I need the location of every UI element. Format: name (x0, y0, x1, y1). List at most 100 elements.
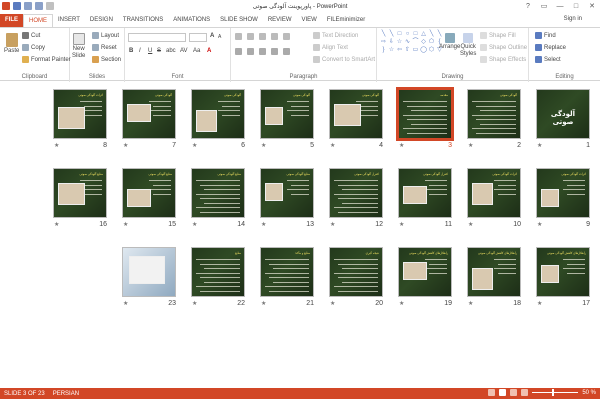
shape-icon[interactable]: ⬠ (428, 39, 435, 46)
transition-star-icon[interactable]: ★ (330, 221, 335, 228)
slide-thumbnail-18[interactable]: راهکارهای کاهش آلودگی صوتی (467, 247, 521, 297)
transition-star-icon[interactable]: ★ (54, 142, 59, 149)
decrease-indent-icon[interactable] (259, 33, 266, 40)
replace-button[interactable]: Replace (535, 44, 566, 51)
slide-thumbnail-15[interactable]: منابع آلودگی صوتی (122, 168, 176, 218)
tab-view[interactable]: VIEW (297, 14, 322, 27)
curve-shape-icon[interactable]: ∿ (404, 39, 411, 46)
slide-thumbnail-23[interactable] (122, 247, 176, 297)
minimize-button[interactable]: — (552, 0, 568, 12)
tab-insert[interactable]: INSERT (53, 14, 85, 27)
paste-button[interactable]: Paste (4, 33, 19, 54)
grow-font-button[interactable]: A (210, 33, 214, 39)
character-spacing-button[interactable]: AV (180, 48, 188, 54)
arrow-shape-icon[interactable]: ⇨ (380, 39, 387, 46)
transition-star-icon[interactable]: ★ (399, 300, 404, 307)
tab-file[interactable]: FILE (0, 14, 23, 27)
slide-thumbnail-6[interactable]: آلودگی صوتی (191, 89, 245, 139)
rectangle-shape-icon[interactable]: □ (412, 31, 419, 38)
slide-thumbnail-17[interactable]: راهکارهای کاهش آلودگی صوتی (536, 247, 590, 297)
slide-thumbnail-9[interactable]: اثرات آلودگی صوتی (536, 168, 590, 218)
transition-star-icon[interactable]: ★ (261, 221, 266, 228)
align-right-icon[interactable] (259, 48, 266, 55)
slide-thumbnail-5[interactable]: آلودگی صوتی (260, 89, 314, 139)
slide-thumbnail-8[interactable]: اثرات آلودگی صوتی (53, 89, 107, 139)
arrow-shape-icon[interactable]: ⇦ (396, 47, 403, 54)
reading-view-icon[interactable] (510, 389, 518, 396)
transition-star-icon[interactable]: ★ (399, 221, 404, 228)
arrow-shape-icon[interactable]: ⇧ (404, 47, 411, 54)
star-shape-icon[interactable]: ☆ (388, 47, 395, 54)
numbering-icon[interactable] (247, 33, 254, 40)
slide-thumbnail-12[interactable]: کنترل آلودگی صوتی (329, 168, 383, 218)
justify-icon[interactable] (271, 48, 278, 55)
shape-fill-button[interactable]: Shape Fill (480, 32, 516, 39)
shrink-font-button[interactable]: A (218, 34, 221, 40)
transition-star-icon[interactable]: ★ (330, 142, 335, 149)
tab-design[interactable]: DESIGN (85, 14, 118, 27)
underline-button[interactable]: U (148, 48, 152, 54)
copy-button[interactable]: Copy (22, 44, 45, 51)
slide-thumbnail-4[interactable]: آلودگی صوتی (329, 89, 383, 139)
align-text-button[interactable]: Align Text (313, 44, 348, 51)
convert-smartart-button[interactable]: Convert to SmartArt (313, 56, 375, 63)
shapes-gallery[interactable]: ╲ ╲ □ ○ □ △ ╲ ╲ ⇨ ⇩ ☆ ∿ ⌒ ◇ ⬠{ } ☆ ⇦ ⇧ ▭ ◯ ⬡ ▽ (380, 31, 442, 69)
transition-star-icon[interactable]: ★ (192, 300, 197, 307)
zoom-slider[interactable] (532, 389, 579, 396)
slide-sorter-view-icon[interactable] (499, 389, 507, 396)
new-slide-button[interactable]: New Slide (72, 33, 85, 59)
slide-thumbnail-10[interactable]: اثرات آلودگی صوتی (467, 168, 521, 218)
columns-icon[interactable] (283, 48, 290, 55)
arrange-button[interactable]: Arrange (439, 33, 460, 50)
shape-icon[interactable]: ⬡ (428, 47, 435, 54)
triangle-shape-icon[interactable]: △ (420, 31, 427, 38)
brace-shape-icon[interactable]: } (380, 47, 387, 54)
line-spacing-icon[interactable] (283, 33, 290, 40)
select-button[interactable]: Select (535, 56, 561, 63)
slide-thumbnail-19[interactable]: راهکارهای کاهش آلودگی صوتی (398, 247, 452, 297)
arrow-shape-icon[interactable]: ⇩ (388, 39, 395, 46)
curve-shape-icon[interactable]: ⌒ (412, 39, 419, 46)
bullets-icon[interactable] (235, 33, 242, 40)
cut-button[interactable]: Cut (22, 32, 40, 39)
line-shape-icon[interactable]: ╲ (428, 31, 435, 38)
transition-star-icon[interactable]: ★ (468, 300, 473, 307)
format-painter-button[interactable]: Format Painter (22, 56, 71, 63)
shadow-button[interactable]: abc (166, 48, 176, 54)
text-direction-button[interactable]: Text Direction (313, 32, 358, 39)
star-shape-icon[interactable]: ☆ (396, 39, 403, 46)
font-size-combo[interactable] (189, 33, 207, 42)
slide-thumbnail-14[interactable]: منابع آلودگی صوتی (191, 168, 245, 218)
tab-fileminimizer[interactable]: FILEminimizer (322, 14, 370, 27)
zoom-handle[interactable] (552, 389, 555, 396)
slide-thumbnail-3[interactable]: مقدمه (396, 87, 454, 141)
maximize-button[interactable]: □ (568, 0, 584, 12)
transition-star-icon[interactable]: ★ (537, 221, 542, 228)
shape-outline-button[interactable]: Shape Outline (480, 44, 527, 51)
layout-button[interactable]: Layout (92, 32, 119, 39)
quick-styles-button[interactable]: Quick Styles (460, 33, 476, 57)
rectangle-shape-icon[interactable]: □ (396, 31, 403, 38)
transition-star-icon[interactable]: ★ (54, 221, 59, 228)
section-button[interactable]: Section (92, 56, 121, 63)
normal-view-icon[interactable] (488, 389, 496, 396)
tab-transitions[interactable]: TRANSITIONS (118, 14, 168, 27)
transition-star-icon[interactable]: ★ (330, 300, 335, 307)
shape-icon[interactable]: ◯ (420, 47, 427, 54)
slideshow-view-icon[interactable] (521, 389, 529, 396)
slide-thumbnail-16[interactable]: منابع آلودگی صوتی (53, 168, 107, 218)
transition-star-icon[interactable]: ★ (123, 142, 128, 149)
line-shape-icon[interactable]: ╲ (380, 31, 387, 38)
find-button[interactable]: Find (535, 32, 556, 39)
bold-button[interactable]: B (129, 48, 133, 54)
transition-star-icon[interactable]: ★ (537, 142, 542, 149)
slide-thumbnail-22[interactable]: منابع (191, 247, 245, 297)
transition-star-icon[interactable]: ★ (123, 300, 128, 307)
reset-button[interactable]: Reset (92, 44, 117, 51)
transition-star-icon[interactable]: ★ (399, 142, 404, 149)
transition-star-icon[interactable]: ★ (123, 221, 128, 228)
increase-indent-icon[interactable] (271, 33, 278, 40)
ribbon-display-button[interactable]: ▭ (536, 0, 552, 12)
transition-star-icon[interactable]: ★ (537, 300, 542, 307)
change-case-button[interactable]: Aa (193, 48, 200, 54)
